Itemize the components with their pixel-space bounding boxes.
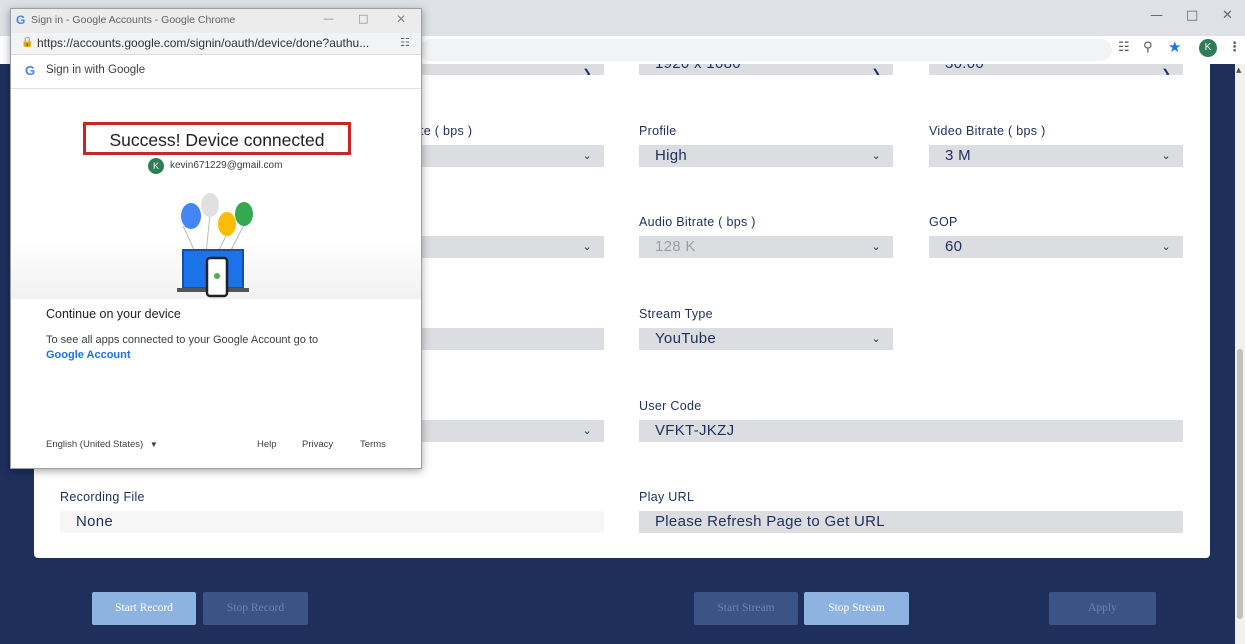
address-bar[interactable]: [420, 39, 1112, 61]
maximize-icon[interactable]: □: [358, 12, 368, 25]
resolution-select[interactable]: 1920 x 1080 ❯: [639, 64, 893, 75]
chevron-down-icon: ❯: [1161, 68, 1171, 75]
dropdown-arrow-icon: ▼: [149, 440, 158, 449]
row0-select[interactable]: ❯: [420, 64, 604, 75]
apply-button[interactable]: Apply: [1049, 592, 1156, 625]
popup-url-bar[interactable]: 🔒 https://accounts.google.com/signin/oau…: [11, 33, 421, 55]
row3-input[interactable]: [420, 328, 604, 350]
user-code-label: User Code: [639, 399, 702, 413]
stop-record-button[interactable]: Stop Record: [203, 592, 308, 625]
profile-label: Profile: [639, 124, 677, 138]
chevron-down-icon: ❯: [582, 68, 592, 75]
device-connected-illustration: [177, 193, 253, 298]
scroll-up-icon[interactable]: ▲: [1236, 66, 1241, 74]
account-avatar: K: [148, 158, 164, 174]
continue-heading: Continue on your device: [46, 307, 181, 321]
close-icon[interactable]: ✕: [396, 12, 406, 26]
minimize-icon[interactable]: —: [1150, 8, 1163, 23]
video-bitrate-select[interactable]: 3 M ⌄: [929, 145, 1183, 167]
google-g-icon: G: [16, 13, 26, 27]
google-account-link[interactable]: Google Account: [46, 349, 131, 361]
stop-stream-button[interactable]: Stop Stream: [804, 592, 909, 625]
minimize-icon[interactable]: —: [323, 12, 334, 25]
popup-titlebar: G Sign in - Google Accounts - Google Chr…: [11, 9, 421, 33]
video-bitrate-label: Video Bitrate ( bps ): [929, 124, 1046, 138]
stream-type-select[interactable]: YouTube ⌄: [639, 328, 893, 350]
signin-header-text: Sign in with Google: [46, 64, 146, 76]
help-link[interactable]: Help: [257, 439, 277, 450]
bookmark-star-icon[interactable]: ★: [1168, 38, 1181, 56]
play-url-field[interactable]: Please Refresh Page to Get URL: [639, 511, 1183, 533]
chevron-down-icon: ⌄: [1161, 150, 1171, 162]
close-icon[interactable]: ✕: [1222, 8, 1233, 23]
chevron-down-icon: ⌄: [871, 333, 881, 345]
popup-window-title: Sign in - Google Accounts - Google Chrom…: [31, 14, 236, 26]
start-record-button[interactable]: Start Record: [92, 592, 196, 625]
popup-url: https://accounts.google.com/signin/oauth…: [37, 36, 370, 50]
scrollbar-thumb[interactable]: [1237, 349, 1243, 619]
row2-select[interactable]: ⌄: [420, 236, 604, 258]
account-email: kevin671229@gmail.com: [170, 160, 283, 171]
audio-bitrate-select[interactable]: 128 K ⌄: [639, 236, 893, 258]
stream-type-label: Stream Type: [639, 307, 713, 321]
play-url-label: Play URL: [639, 490, 695, 504]
success-highlight: Success! Device connected: [83, 122, 351, 155]
translate-icon[interactable]: ☷: [1118, 40, 1130, 55]
connected-apps-description: To see all apps connected to your Google…: [46, 334, 319, 346]
success-message: Success! Device connected: [109, 130, 325, 150]
bitrate-label: te ( bps ): [420, 124, 473, 138]
row4-select[interactable]: ⌄: [420, 420, 604, 442]
framerate-select[interactable]: 30.00 ❯: [929, 64, 1183, 75]
user-code-field[interactable]: VFKT-JKZJ: [639, 420, 1183, 442]
google-logo-icon: G: [25, 63, 36, 78]
profile-select[interactable]: High ⌄: [639, 145, 893, 167]
gop-label: GOP: [929, 215, 958, 229]
zoom-icon[interactable]: ⚲: [1143, 40, 1153, 55]
chevron-down-icon: ⌄: [1161, 241, 1171, 253]
start-stream-button[interactable]: Start Stream: [694, 592, 798, 625]
maximize-icon[interactable]: □: [1186, 8, 1198, 23]
privacy-link[interactable]: Privacy: [302, 439, 333, 450]
google-signin-popup: G Sign in - Google Accounts - Google Chr…: [10, 8, 422, 469]
language-selector[interactable]: English (United States) ▼: [46, 439, 158, 450]
chevron-down-icon: ❯: [871, 68, 881, 75]
menu-dots-icon[interactable]: ⋮: [1228, 40, 1241, 55]
recording-file-label: Recording File: [60, 490, 145, 504]
profile-avatar[interactable]: K: [1199, 39, 1217, 57]
recording-file-field: None: [60, 511, 604, 533]
terms-link[interactable]: Terms: [360, 439, 386, 450]
signin-header: G Sign in with Google: [11, 55, 421, 89]
chevron-down-icon: ⌄: [582, 241, 592, 253]
gop-select[interactable]: 60 ⌄: [929, 236, 1183, 258]
chevron-down-icon: ⌄: [582, 150, 592, 162]
audio-bitrate-label: Audio Bitrate ( bps ): [639, 215, 756, 229]
chevron-down-icon: ⌄: [582, 425, 592, 437]
lock-icon: 🔒: [21, 37, 34, 48]
bitrate-select[interactable]: ⌄: [420, 145, 604, 167]
chevron-down-icon: ⌄: [871, 241, 881, 253]
page-scrollbar[interactable]: ▲: [1235, 64, 1245, 644]
chevron-down-icon: ⌄: [871, 150, 881, 162]
translate-icon[interactable]: ☷: [400, 36, 410, 49]
